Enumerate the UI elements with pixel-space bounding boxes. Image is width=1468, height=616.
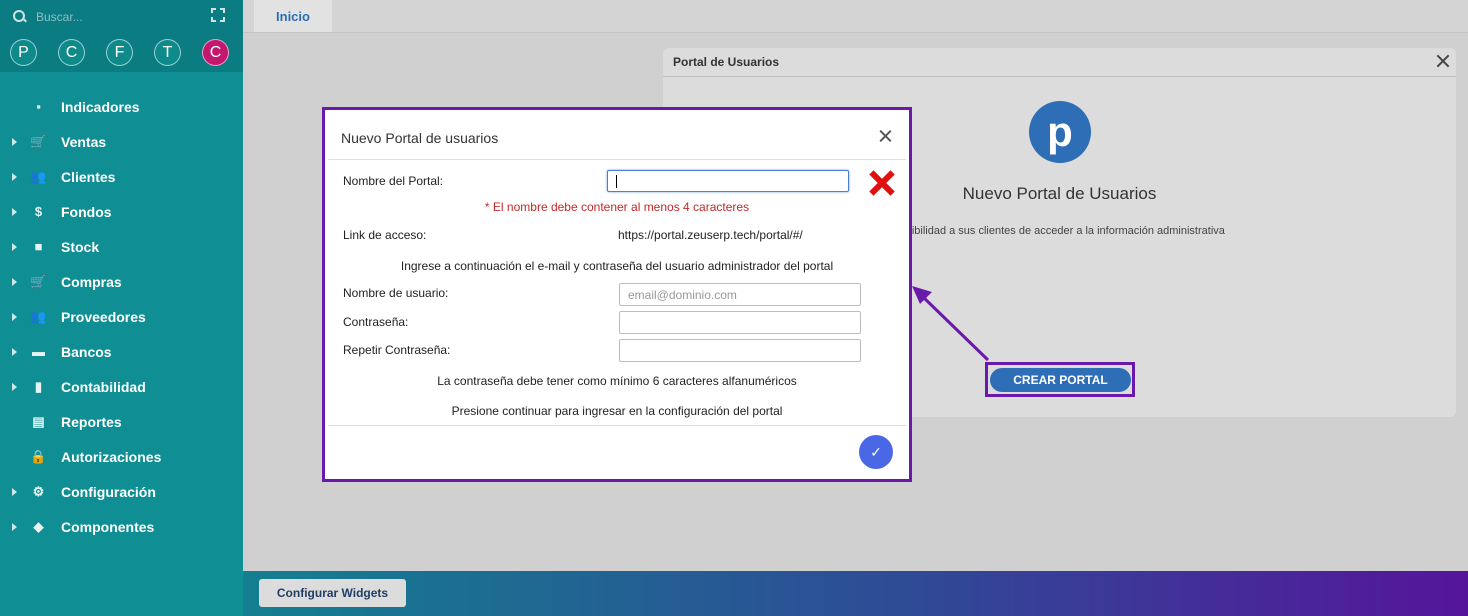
quick-access-circle[interactable]: F — [106, 39, 133, 66]
sidebar-header: Buscar... PCFTC — [0, 0, 243, 72]
stack-icon: ■ — [34, 239, 43, 254]
chevron-right-icon — [12, 313, 17, 321]
modal-footer-divider — [328, 425, 906, 426]
modal-highlight: Nuevo Portal de usuarios Nombre del Port… — [322, 107, 912, 482]
sidebar-item-stock[interactable]: ■ Stock — [0, 229, 243, 264]
quick-access-circles: PCFTC — [10, 39, 250, 66]
people-icon: 👥 — [30, 308, 47, 324]
chevron-right-icon — [12, 208, 17, 216]
portal-name-input[interactable] — [607, 170, 849, 192]
search-placeholder: Buscar... — [36, 10, 83, 24]
chevron-right-icon — [12, 243, 17, 251]
portal-name-label: Nombre del Portal: — [343, 174, 444, 188]
book-icon: ▮ — [34, 378, 43, 394]
sidebar-item-label: Proveedores — [61, 308, 146, 325]
chevron-right-icon — [12, 348, 17, 356]
chevron-right-icon — [12, 488, 17, 496]
sidebar: Buscar... PCFTC ▪ Indicadores 🛒 Ventas 👥 Clie… — [0, 0, 243, 616]
sidebar-nav: ▪ Indicadores 🛒 Ventas 👥 Clientes $ Fondos ■ Stoc… — [0, 89, 243, 544]
sidebar-item-label: Compras — [61, 273, 122, 290]
search-icon — [12, 9, 28, 25]
quick-access-circle[interactable]: C — [202, 39, 229, 66]
sidebar-item-label: Componentes — [61, 518, 155, 535]
quick-access-circle[interactable]: C — [58, 39, 85, 66]
report-icon: ▤ — [32, 413, 45, 429]
password-input[interactable] — [619, 311, 861, 334]
chevron-right-icon — [12, 278, 17, 286]
repeat-password-label: Repetir Contraseña: — [343, 343, 451, 357]
chevron-right-icon — [12, 383, 17, 391]
username-placeholder: email@dominio.com — [628, 287, 737, 302]
access-link-label: Link de acceso: — [343, 228, 427, 242]
admin-instruction: Ingrese a continuación el e-mail y contr… — [400, 259, 834, 273]
tab-inicio[interactable]: Inicio — [254, 0, 332, 32]
cart-icon: 🛒 — [30, 133, 47, 149]
top-bar: Inicio — [243, 0, 1468, 33]
sidebar-item-label: Bancos — [61, 343, 112, 360]
create-portal-button[interactable]: CREAR PORTAL — [990, 368, 1131, 392]
portal-name-error: * El nombre debe contener al menos 4 car… — [484, 200, 750, 214]
cart-add-icon: 🛒 — [30, 273, 47, 289]
sidebar-item-clientes[interactable]: 👥 Clientes — [0, 159, 243, 194]
sidebar-item-configuracion[interactable]: ⚙ Configuración — [0, 474, 243, 509]
chevron-right-icon — [12, 523, 17, 531]
people-icon: 👥 — [30, 168, 47, 184]
text-caret — [616, 174, 617, 188]
username-input[interactable]: email@dominio.com — [619, 283, 861, 306]
briefcase-icon: ▬ — [32, 344, 45, 359]
password-rule: La contraseña debe tener como mínimo 6 c… — [437, 374, 797, 388]
bottom-bar: Configurar Widgets — [243, 571, 1468, 616]
tag-icon: ◆ — [33, 518, 44, 534]
sidebar-item-reportes[interactable]: ▤ Reportes — [0, 404, 243, 439]
confirm-button[interactable]: ✓ — [859, 435, 893, 469]
quick-access-circle[interactable]: T — [154, 39, 181, 66]
sidebar-item-compras[interactable]: 🛒 Compras — [0, 264, 243, 299]
sidebar-item-indicadores[interactable]: ▪ Indicadores — [0, 89, 243, 124]
sidebar-item-label: Contabilidad — [61, 378, 146, 395]
sidebar-item-label: Clientes — [61, 168, 116, 185]
gears-icon: ⚙ — [32, 483, 45, 499]
chevron-right-icon — [12, 138, 17, 146]
create-portal-highlight: CREAR PORTAL — [985, 362, 1135, 397]
sidebar-item-componentes[interactable]: ◆ Componentes — [0, 509, 243, 544]
sidebar-item-fondos[interactable]: $ Fondos — [0, 194, 243, 229]
annotation-arrow — [912, 286, 990, 362]
repeat-password-input[interactable] — [619, 339, 861, 362]
sidebar-item-label: Indicadores — [61, 98, 140, 115]
sidebar-item-label: Stock — [61, 238, 100, 255]
close-icon[interactable] — [1434, 52, 1452, 70]
sidebar-item-label: Autorizaciones — [61, 448, 162, 465]
sidebar-item-label: Configuración — [61, 483, 156, 500]
close-icon[interactable] — [878, 129, 892, 143]
continue-text: Presione continuar para ingresar en la c… — [451, 404, 783, 418]
portal-panel-title: Portal de Usuarios — [673, 55, 780, 69]
modal-header: Nuevo Portal de usuarios — [328, 113, 906, 160]
portal-logo: p — [1029, 101, 1091, 163]
sidebar-item-proveedores[interactable]: 👥 Proveedores — [0, 299, 243, 334]
sidebar-item-label: Fondos — [61, 203, 112, 220]
error-x-icon — [868, 169, 896, 197]
check-icon: ✓ — [870, 443, 882, 460]
new-portal-modal: Nuevo Portal de usuarios Nombre del Port… — [328, 113, 906, 476]
search-box[interactable]: Buscar... — [12, 8, 232, 26]
sidebar-item-label: Ventas — [61, 133, 107, 150]
quick-access-circle[interactable]: P — [10, 39, 37, 66]
fullscreen-icon[interactable] — [211, 8, 225, 22]
access-link-value: https://portal.zeuserp.tech/portal/#/ — [618, 228, 803, 242]
configure-widgets-button[interactable]: Configurar Widgets — [259, 579, 406, 607]
chevron-right-icon — [12, 173, 17, 181]
modal-title: Nuevo Portal de usuarios — [341, 130, 499, 146]
portal-panel-header: Portal de Usuarios — [663, 48, 1456, 77]
lock-icon: 🔒 — [30, 448, 47, 464]
password-label: Contraseña: — [343, 315, 409, 329]
sidebar-item-autorizaciones[interactable]: 🔒 Autorizaciones — [0, 439, 243, 474]
sidebar-item-bancos[interactable]: ▬ Bancos — [0, 334, 243, 369]
dollar-icon: $ — [34, 204, 43, 219]
sidebar-item-contabilidad[interactable]: ▮ Contabilidad — [0, 369, 243, 404]
username-label: Nombre de usuario: — [343, 286, 449, 300]
dashboard-icon: ▪ — [36, 99, 41, 114]
sidebar-item-ventas[interactable]: 🛒 Ventas — [0, 124, 243, 159]
sidebar-item-label: Reportes — [61, 413, 122, 430]
